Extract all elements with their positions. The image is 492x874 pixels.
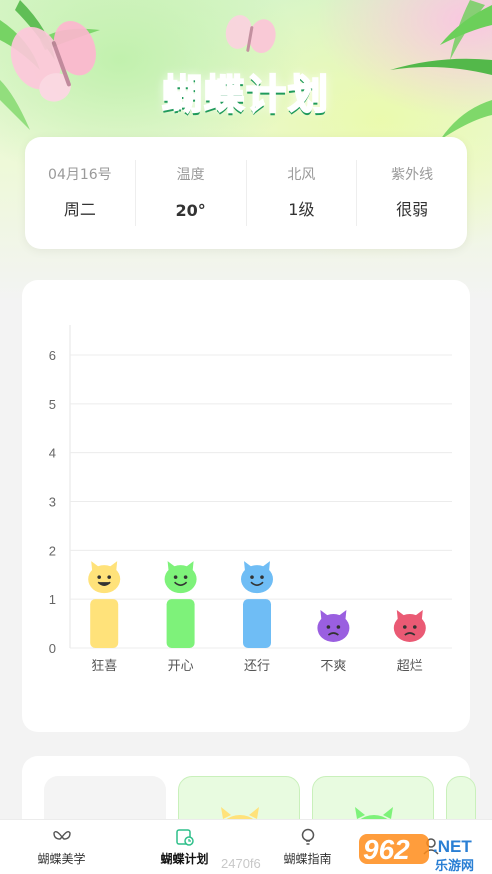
watermark-sub: 乐游网 (435, 858, 474, 874)
y-tick-label: 1 (49, 592, 56, 607)
nav-label: 蝴蝶指南 (283, 852, 332, 866)
weather-wind: 北风 1级 (247, 160, 358, 226)
lightbulb-icon (301, 828, 314, 845)
chart-bar (90, 599, 119, 648)
weather-date: 04月16号 周二 (25, 160, 136, 226)
mood-face-icon (164, 561, 197, 594)
mood-face-icon (241, 561, 273, 594)
nav-item-guide[interactable]: 蝴蝶指南 (246, 820, 369, 874)
y-tick-label: 5 (49, 397, 56, 412)
y-tick-label: 3 (49, 495, 56, 510)
site-watermark-logo: 962 .NET 乐游网 (359, 834, 474, 874)
chart-bar (166, 599, 195, 648)
nav-label: 蝴蝶计划 (160, 852, 209, 866)
weather-value: 1级 (288, 200, 315, 219)
weather-label: 04月16号 (48, 167, 112, 183)
mood-face-icon (88, 561, 121, 594)
x-tick-label: 超烂 (397, 659, 423, 674)
x-tick-label: 还行 (244, 659, 270, 674)
weather-temperature: 温度 20° (136, 160, 247, 226)
y-tick-label: 6 (49, 348, 56, 363)
weather-uv: 紫外线 很弱 (357, 160, 467, 226)
x-tick-label: 狂喜 (91, 659, 117, 674)
mood-face-icon (317, 610, 350, 642)
nav-label: 蝴蝶美学 (37, 852, 86, 866)
x-tick-label: 开心 (168, 659, 194, 674)
watermark-text: 962 (363, 834, 410, 865)
mood-bar-chart: 0 1 2 3 4 5 6 狂喜 开心 还行 不爽 超烂 (49, 325, 452, 674)
footer-id: 2470f6 (221, 856, 261, 871)
weather-label: 北风 (287, 167, 316, 183)
weather-value: 很弱 (396, 200, 429, 219)
weather-card: 04月16号 周二 温度 20° 北风 1级 紫外线 很弱 (25, 137, 467, 249)
calendar-clock-icon (175, 829, 194, 846)
watermark-suffix: .NET (433, 837, 472, 856)
x-tick-label: 不爽 (320, 659, 346, 674)
nav-item-aesthetics[interactable]: 蝴蝶美学 (0, 820, 123, 874)
weather-value: 20° (175, 201, 206, 220)
weather-value: 周二 (63, 200, 96, 219)
chart-bar (243, 599, 271, 648)
y-tick-label: 0 (49, 641, 56, 656)
weather-label: 温度 (176, 167, 205, 183)
page-title: 蝴蝶计划 (161, 71, 330, 119)
y-tick-label: 2 (49, 543, 56, 558)
mood-chart-card: 0 1 2 3 4 5 6 狂喜 开心 还行 不爽 超烂 (22, 280, 470, 732)
y-tick-label: 4 (49, 446, 56, 461)
mood-face-icon (393, 610, 426, 642)
weather-label: 紫外线 (391, 167, 434, 183)
butterfly-icon (52, 830, 71, 840)
